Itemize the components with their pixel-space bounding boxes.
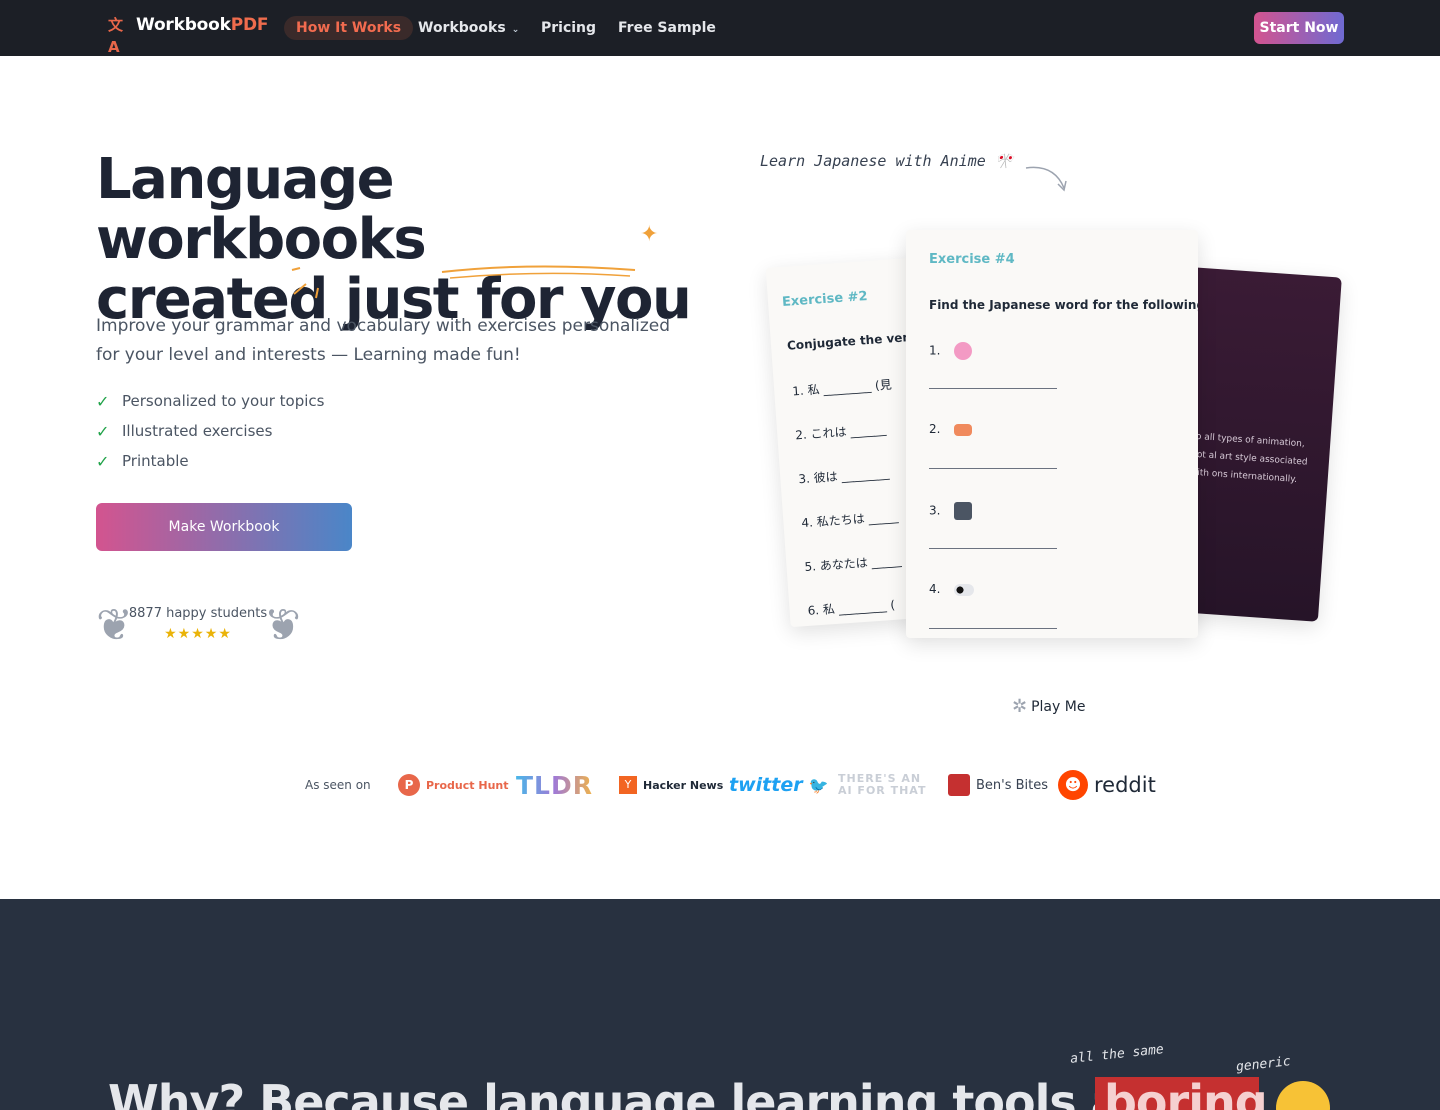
top-navbar: 文A WorkbookPDF How It Works Workbooks ⌄ P… [0, 0, 1440, 56]
underline-scribble [291, 265, 636, 299]
highlight-word: boring [1104, 1075, 1268, 1110]
exercise-card-front[interactable]: Exercise #4 Find the Japanese word for t… [906, 230, 1198, 638]
exercise-item: 3. [929, 502, 973, 520]
curved-arrow-icon [1025, 166, 1067, 192]
press-product-hunt[interactable]: P Product Hunt [398, 770, 508, 800]
hero-subtitle: Improve your grammar and vocabulary with… [96, 316, 671, 365]
anime-card-text: to all types of animation, not al art st… [1189, 431, 1308, 486]
laurel-right-icon: ❦ [264, 600, 301, 651]
twitter-logo: twitter [729, 774, 803, 796]
feature-item: ✓ Printable [96, 446, 324, 476]
press-bens-bites[interactable]: Ben's Bites [948, 770, 1048, 800]
exercise-row: 6. 私 ________ ( [807, 597, 896, 618]
check-icon: ✓ [96, 391, 110, 411]
exercise-prompt: Conjugate the verb i [786, 329, 926, 353]
social-proof: ❦ 8877 happy students ★★★★★ ❦ [96, 598, 301, 656]
bens-bites-label: Ben's Bites [976, 777, 1049, 793]
translate-icon: 文A [108, 16, 124, 56]
cursor-click-icon: ✲ [1012, 696, 1028, 717]
feature-item: ✓ Personalized to your topics [96, 386, 324, 416]
handwritten-caption: Learn Japanese with Anime 🎌 [760, 152, 1014, 170]
item-number: 1. [929, 343, 941, 358]
hero-title-line1: Language workbooks [96, 147, 427, 272]
feature-label: Printable [122, 452, 189, 470]
feature-label: Illustrated exercises [122, 422, 273, 440]
press-tldr[interactable]: TLDR [516, 770, 593, 800]
product-hunt-icon: P [398, 774, 420, 796]
press-twitter[interactable]: twitter 🐦 [729, 770, 829, 800]
item-number: 4. [929, 582, 941, 596]
exercise-item: 4. [929, 582, 975, 596]
hacker-news-icon: Y [619, 776, 637, 794]
item-number: 3. [929, 503, 941, 518]
nav-how-it-works[interactable]: How It Works [284, 16, 414, 40]
product-hunt-label: Product Hunt [426, 778, 509, 792]
press-reddit[interactable]: ☻ reddit [1058, 770, 1156, 800]
television-icon [954, 502, 973, 520]
exercise-row: 1. 私 ________ (見 [791, 377, 893, 399]
exercise-item: 2. [929, 422, 973, 436]
exercise-row: 3. 彼は ________ [797, 465, 890, 487]
why-section: all the same generic Why? Because langua… [0, 899, 1440, 1110]
answer-blank [929, 388, 1057, 389]
exercise-title: Exercise #4 [929, 252, 1015, 267]
answer-blank [929, 468, 1057, 469]
logo-text: WorkbookPDF [136, 15, 269, 35]
feature-label: Personalized to your topics [122, 392, 325, 410]
answer-blank [929, 548, 1057, 549]
play-me-button[interactable]: ✲ Play Me [1012, 696, 1085, 717]
bens-bites-icon [948, 774, 970, 796]
reddit-icon: ☻ [1058, 770, 1088, 800]
aift-line2: AI FOR THAT [838, 784, 927, 797]
reddit-label: reddit [1094, 773, 1156, 797]
exercise-row: 5. あなたは _____ [804, 553, 902, 575]
yawning-face-icon [1276, 1081, 1330, 1110]
item-number: 2. [929, 422, 941, 436]
exercise-row: 4. 私たちは _____ [801, 509, 899, 531]
check-icon: ✓ [96, 421, 110, 441]
sushi-icon [954, 423, 973, 436]
nav-workbooks-label: Workbooks [418, 20, 506, 36]
hacker-news-label: Hacker News [643, 778, 724, 792]
as-seen-on-label: As seen on [305, 778, 371, 792]
press-theres-an-ai-for-that[interactable]: THERE'S AN AI FOR THAT [838, 770, 926, 800]
annotation-generic: generic [1235, 1054, 1292, 1075]
exercise-title: Exercise #2 [781, 288, 869, 310]
why-headline: Why? Because language learning tools are [108, 1075, 1174, 1110]
twitter-bird-icon: 🐦 [808, 775, 829, 795]
play-me-label: Play Me [1031, 698, 1086, 715]
annotation-all-the-same: all the same [1069, 1042, 1165, 1067]
feature-item: ✓ Illustrated exercises [96, 416, 324, 446]
answer-blank [929, 628, 1057, 629]
eyes-icon [954, 583, 975, 596]
nav-pricing[interactable]: Pricing [541, 16, 596, 40]
nav-workbooks[interactable]: Workbooks ⌄ [418, 16, 519, 40]
make-workbook-button[interactable]: Make Workbook [96, 503, 352, 551]
exercise-item: 1. [929, 342, 973, 360]
logo[interactable]: 文A WorkbookPDF [108, 14, 269, 56]
sparkle-icon: ✦ [640, 222, 659, 247]
tldr-logo: TLDR [516, 770, 593, 800]
press-hacker-news[interactable]: Y Hacker News [619, 770, 723, 800]
happy-students-count: 8877 happy students [128, 606, 268, 621]
start-now-button[interactable]: Start Now [1254, 12, 1344, 44]
rating-stars: ★★★★★ [164, 626, 232, 642]
chevron-down-icon: ⌄ [511, 25, 520, 35]
exercise-prompt: Find the Japanese word for the following… [929, 298, 1198, 312]
cherry-blossom-icon [954, 342, 973, 360]
nav-free-sample[interactable]: Free Sample [618, 16, 716, 40]
feature-list: ✓ Personalized to your topics ✓ Illustrate… [96, 386, 324, 476]
exercise-row: 2. これは ______ [794, 422, 887, 443]
check-icon: ✓ [96, 451, 110, 471]
